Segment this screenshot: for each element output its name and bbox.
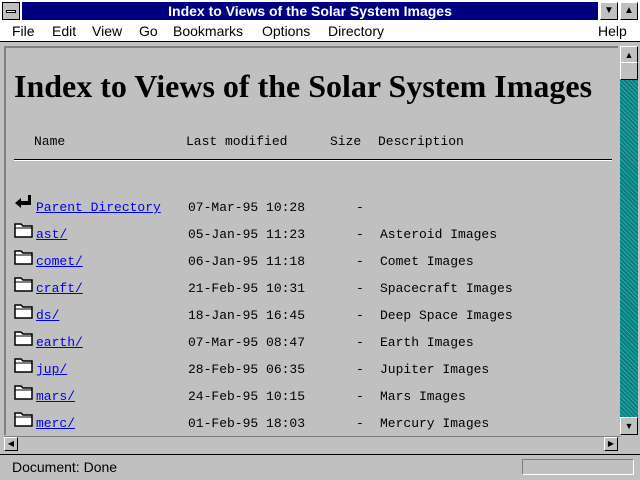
- menu-bookmarks[interactable]: Bookmarks: [173, 23, 243, 40]
- description: Earth Images: [380, 335, 474, 350]
- page-title: Index to Views of the Solar System Image…: [14, 68, 593, 104]
- list-item: merc/ 01-Feb-95 18:03 - Mercury Images: [14, 412, 614, 435]
- file-size: -: [356, 335, 364, 350]
- status-bar: Document: Done: [0, 454, 640, 480]
- file-size: -: [356, 389, 364, 404]
- list-item: ast/ 05-Jan-95 11:23 - Asteroid Images: [14, 223, 614, 251]
- menu-directory[interactable]: Directory: [328, 23, 384, 40]
- description: Deep Space Images: [380, 308, 513, 323]
- modified-date: 28-Feb-95 06:35: [188, 362, 306, 377]
- column-header-description: Description: [378, 134, 464, 149]
- document-view[interactable]: Index to Views of the Solar System Image…: [4, 46, 618, 435]
- description: Mercury Images: [380, 416, 490, 431]
- file-size: -: [356, 308, 364, 323]
- modified-date: 06-Jan-95 11:18: [188, 254, 306, 269]
- file-size: -: [356, 416, 364, 431]
- scroll-down-button[interactable]: ▼: [620, 417, 638, 435]
- menu-edit[interactable]: Edit: [52, 23, 76, 40]
- folder-icon[interactable]: [14, 383, 34, 401]
- vertical-scrollbar[interactable]: ▲ ▼: [620, 46, 638, 435]
- parent-directory-icon[interactable]: [14, 194, 34, 212]
- modified-date: 21-Feb-95 10:31: [188, 281, 306, 296]
- modified-date: 07-Mar-95 10:28: [188, 200, 306, 215]
- menu-bar: File Edit View Go Bookmarks Options Dire…: [0, 22, 640, 42]
- description: Comet Images: [380, 254, 474, 269]
- directory-link[interactable]: ast/: [36, 227, 67, 242]
- directory-link[interactable]: craft/: [36, 281, 83, 296]
- window-title: Index to Views of the Solar System Image…: [22, 2, 598, 20]
- list-item: ds/ 18-Jan-95 16:45 - Deep Space Images: [14, 304, 614, 332]
- progress-indicator: [522, 459, 634, 475]
- file-size: -: [356, 362, 364, 377]
- menu-help[interactable]: Help: [598, 23, 627, 40]
- modified-date: 07-Mar-95 08:47: [188, 335, 306, 350]
- description: Mars Images: [380, 389, 466, 404]
- title-bar: Index to Views of the Solar System Image…: [0, 0, 640, 22]
- list-item: mars/ 24-Feb-95 10:15 - Mars Images: [14, 385, 614, 413]
- scroll-right-button[interactable]: ▶: [604, 437, 618, 451]
- folder-icon[interactable]: [14, 248, 34, 266]
- file-size: -: [356, 254, 364, 269]
- menu-options[interactable]: Options: [262, 23, 310, 40]
- directory-link[interactable]: jup/: [36, 362, 67, 377]
- directory-link[interactable]: ds/: [36, 308, 59, 323]
- folder-icon[interactable]: [14, 221, 34, 239]
- column-header-modified: Last modified: [186, 134, 288, 149]
- modified-date: 05-Jan-95 11:23: [188, 227, 306, 242]
- list-item: earth/ 07-Mar-95 08:47 - Earth Images: [14, 331, 614, 359]
- file-size: -: [356, 227, 364, 242]
- list-item: Parent Directory 07-Mar-95 10:28 -: [14, 195, 614, 224]
- directory-link[interactable]: earth/: [36, 335, 83, 350]
- minimize-button[interactable]: ▼: [600, 2, 618, 20]
- scroll-track[interactable]: [620, 46, 638, 435]
- description: Jupiter Images: [380, 362, 490, 377]
- modified-date: 01-Feb-95 18:03: [188, 416, 306, 431]
- menu-file[interactable]: File: [12, 23, 35, 40]
- folder-icon[interactable]: [14, 302, 34, 320]
- modified-date: 18-Jan-95 16:45: [188, 308, 306, 323]
- directory-link[interactable]: merc/: [36, 416, 75, 431]
- horizontal-scrollbar[interactable]: ◀ ▶: [4, 436, 620, 452]
- list-item: jup/ 28-Feb-95 06:35 - Jupiter Images: [14, 358, 614, 386]
- status-text: Document: Done: [12, 459, 118, 475]
- folder-icon[interactable]: [14, 329, 34, 347]
- scroll-left-button[interactable]: ◀: [4, 437, 18, 451]
- modified-date: 24-Feb-95 10:15: [188, 389, 306, 404]
- system-menu-button[interactable]: [2, 2, 20, 20]
- file-size: -: [356, 281, 364, 296]
- column-header-name: Name: [34, 134, 66, 149]
- parent-directory-link[interactable]: Parent Directory: [36, 200, 161, 215]
- horizontal-rule: [14, 159, 612, 161]
- list-item: comet/ 06-Jan-95 11:18 - Comet Images: [14, 250, 614, 278]
- file-size: -: [356, 200, 364, 215]
- column-header-size: Size: [330, 134, 362, 149]
- folder-icon[interactable]: [14, 356, 34, 374]
- folder-icon[interactable]: [14, 410, 34, 428]
- maximize-button[interactable]: ▲: [620, 2, 638, 20]
- list-item: craft/ 21-Feb-95 10:31 - Spacecraft Imag…: [14, 277, 614, 305]
- folder-icon[interactable]: [14, 275, 34, 293]
- scroll-thumb[interactable]: [620, 62, 638, 80]
- description: Spacecraft Images: [380, 281, 513, 296]
- menu-view[interactable]: View: [92, 23, 122, 40]
- directory-link[interactable]: comet/: [36, 254, 83, 269]
- system-menu-icon: [6, 10, 16, 13]
- menu-go[interactable]: Go: [139, 23, 158, 40]
- description: Asteroid Images: [380, 227, 498, 242]
- directory-link[interactable]: mars/: [36, 389, 75, 404]
